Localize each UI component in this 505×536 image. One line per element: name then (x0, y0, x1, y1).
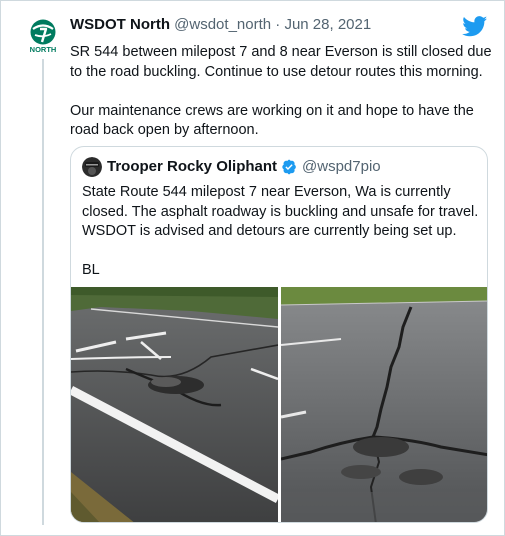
quoted-tweet-paragraph: BL (82, 262, 100, 278)
author-display-name[interactable]: WSDOT North (70, 16, 170, 33)
buckled-road-photo-left[interactable] (71, 287, 278, 522)
tweet-card: NORTH WSDOT North @wsdot_north · Jun 28,… (0, 0, 505, 536)
quoted-tweet[interactable]: Trooper Rocky Oliphant @wspd7pio State R… (70, 146, 488, 523)
twitter-bird-icon[interactable] (462, 16, 488, 37)
wsdot-avatar[interactable]: NORTH (26, 19, 60, 54)
tweet-paragraph: SR 544 between milepost 7 and 8 near Eve… (70, 44, 492, 80)
header-separator: · (275, 16, 281, 33)
thread-line (42, 59, 44, 525)
tweet-header: WSDOT North @wsdot_north · Jun 28, 2021 (70, 16, 371, 33)
quoted-author-avatar[interactable] (82, 157, 102, 177)
quoted-tweet-paragraph: State Route 544 milepost 7 near Everson,… (82, 184, 479, 239)
avatar-label: NORTH (30, 45, 57, 53)
cracked-road-photo-right[interactable] (281, 287, 487, 522)
quoted-author-handle[interactable]: @wspd7pio (302, 158, 381, 175)
tweet-body: SR 544 between milepost 7 and 8 near Eve… (70, 43, 495, 141)
tweet-date[interactable]: Jun 28, 2021 (284, 16, 371, 33)
quoted-author-display-name[interactable]: Trooper Rocky Oliphant (107, 158, 277, 175)
quoted-tweet-body: State Route 544 milepost 7 near Everson,… (82, 183, 482, 281)
quoted-tweet-header: Trooper Rocky Oliphant @wspd7pio (107, 158, 381, 175)
verified-badge-icon (281, 159, 297, 175)
tweet-paragraph: Our maintenance crews are working on it … (70, 102, 474, 139)
author-handle[interactable]: @wsdot_north (174, 16, 271, 33)
